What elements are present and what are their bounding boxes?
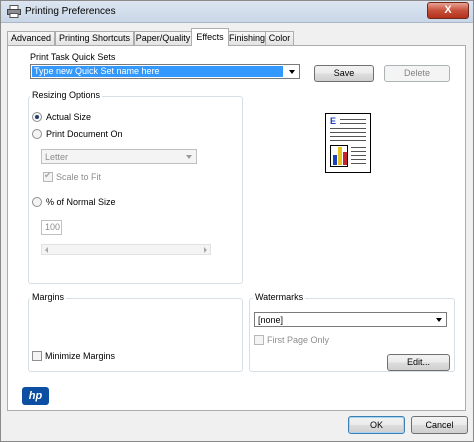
tab-advanced[interactable]: Advanced [7,31,55,45]
first-page-only-label: First Page Only [267,335,330,345]
tab-color[interactable]: Color [265,31,294,45]
scroll-right-icon[interactable] [204,247,207,253]
chevron-down-icon[interactable] [436,318,442,322]
document-preview: E [325,113,371,173]
watermark-combobox[interactable]: [none] [254,312,447,327]
edit-watermark-button[interactable]: Edit... [387,354,450,371]
watermark-value: [none] [258,315,284,325]
preview-text-line [351,155,366,156]
preview-chart-icon [330,145,348,167]
first-page-only-checkbox[interactable] [254,335,264,345]
preview-text-line [330,128,366,129]
preview-bar-red [343,152,347,165]
ok-button[interactable]: OK [348,416,405,434]
quick-set-name-value: Type new Quick Set name here [32,66,283,77]
close-icon: X [444,4,452,16]
preview-text-line [351,163,366,164]
printer-icon [7,5,21,18]
paper-size-combobox[interactable]: Letter [41,149,197,164]
effects-panel: Print Task Quick Sets Type new Quick Set… [7,45,466,411]
minimize-margins-checkbox[interactable] [32,351,42,361]
scroll-left-icon[interactable] [45,247,48,253]
actual-size-radio[interactable] [32,112,42,122]
preview-letter: E [330,116,337,126]
preview-text-line [351,151,366,152]
print-document-on-label: Print Document On [46,129,123,139]
actual-size-label: Actual Size [46,112,92,122]
resizing-options-group [28,96,243,284]
scale-to-fit-label: Scale to Fit [56,172,102,182]
quick-set-name-combobox[interactable]: Type new Quick Set name here [30,64,300,79]
window-title: Printing Preferences [25,6,116,17]
tab-printing-shortcuts[interactable]: Printing Shortcuts [55,31,134,45]
percent-normal-size-radio[interactable] [32,197,42,207]
save-button[interactable]: Save [314,65,374,82]
chevron-down-icon[interactable] [186,155,192,159]
tab-paper-quality[interactable]: Paper/Quality [134,31,192,45]
hp-logo: hp [22,387,49,405]
preview-bar-blue [333,155,337,165]
tab-finishing[interactable]: Finishing [228,31,266,45]
radio-selected-dot [35,115,39,119]
preview-text-line [330,132,366,133]
minimize-margins-label: Minimize Margins [45,351,116,361]
preview-text-line [330,140,366,141]
margins-title: Margins [30,292,67,302]
percent-value-field[interactable]: 100 [41,220,62,235]
cancel-button[interactable]: Cancel [411,416,468,434]
scale-to-fit-checkbox[interactable]: ✔ [43,170,53,182]
chevron-down-icon[interactable] [289,70,295,74]
printing-preferences-dialog: Printing Preferences X Advanced Printing… [0,0,474,442]
watermarks-title: Watermarks [253,292,306,302]
preview-text-line [351,159,366,160]
close-button[interactable]: X [427,2,469,19]
percent-scrollbar[interactable] [41,244,211,255]
print-document-on-radio[interactable] [32,129,42,139]
paper-size-value: Letter [45,152,69,162]
tab-effects[interactable]: Effects [191,28,229,46]
preview-bar-yellow [338,147,342,165]
checkmark-icon: ✔ [44,170,52,180]
preview-text-line [351,147,366,148]
delete-button[interactable]: Delete [384,65,450,82]
preview-text-line [340,119,366,120]
preview-text-line [330,136,366,137]
title-bar[interactable]: Printing Preferences X [1,1,473,23]
preview-text-line [340,123,366,124]
quick-sets-label: Print Task Quick Sets [30,52,116,62]
resizing-options-title: Resizing Options [30,90,103,100]
percent-normal-size-label: % of Normal Size [46,197,116,207]
